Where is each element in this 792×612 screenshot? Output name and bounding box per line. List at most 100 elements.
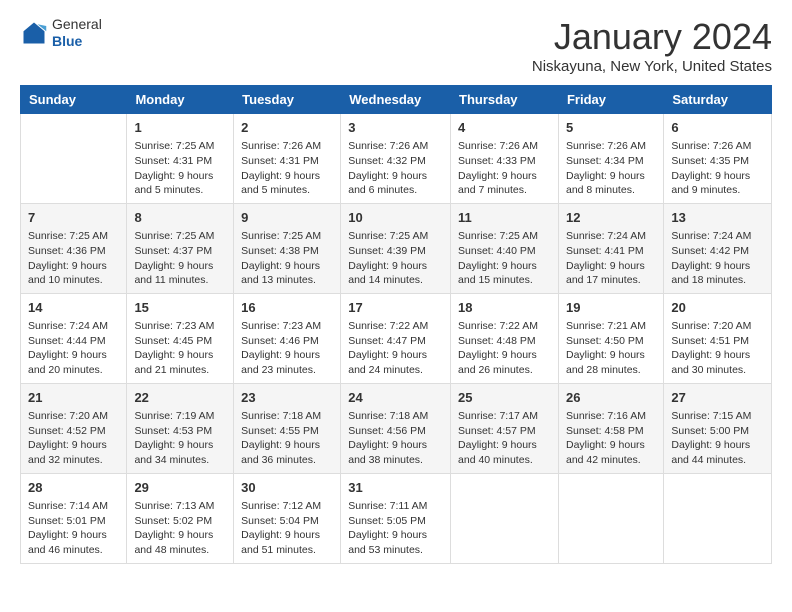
day-info: Sunrise: 7:25 AMSunset: 4:36 PMDaylight:… bbox=[28, 229, 119, 288]
day-number: 31 bbox=[348, 479, 443, 497]
weekday-header-sunday: Sunday bbox=[21, 86, 127, 114]
calendar-cell: 31Sunrise: 7:11 AMSunset: 5:05 PMDayligh… bbox=[341, 473, 451, 563]
day-number: 26 bbox=[566, 389, 656, 407]
weekday-header-tuesday: Tuesday bbox=[234, 86, 341, 114]
day-number: 18 bbox=[458, 299, 551, 317]
logo-blue-text: Blue bbox=[52, 33, 102, 50]
calendar-cell: 22Sunrise: 7:19 AMSunset: 4:53 PMDayligh… bbox=[127, 383, 234, 473]
day-number: 7 bbox=[28, 209, 119, 227]
calendar-cell bbox=[21, 114, 127, 204]
day-info: Sunrise: 7:13 AMSunset: 5:02 PMDaylight:… bbox=[134, 499, 226, 558]
day-info: Sunrise: 7:26 AMSunset: 4:35 PMDaylight:… bbox=[671, 139, 764, 198]
day-info: Sunrise: 7:23 AMSunset: 4:46 PMDaylight:… bbox=[241, 319, 333, 378]
title-area: January 2024 Niskayuna, New York, United… bbox=[532, 16, 772, 75]
day-number: 2 bbox=[241, 119, 333, 137]
calendar-cell bbox=[664, 473, 772, 563]
day-number: 14 bbox=[28, 299, 119, 317]
day-number: 5 bbox=[566, 119, 656, 137]
day-info: Sunrise: 7:20 AMSunset: 4:51 PMDaylight:… bbox=[671, 319, 764, 378]
calendar-cell: 30Sunrise: 7:12 AMSunset: 5:04 PMDayligh… bbox=[234, 473, 341, 563]
calendar-cell: 14 Sunrise: 7:24 AMSunset: 4:44 PMDayligh… bbox=[21, 293, 127, 383]
day-info: Sunrise: 7:26 AMSunset: 4:32 PMDaylight:… bbox=[348, 139, 443, 198]
calendar-cell: 17Sunrise: 7:22 AMSunset: 4:47 PMDayligh… bbox=[341, 293, 451, 383]
calendar-cell: 25 Sunrise: 7:17 AMSunset: 4:57 PMDayligh… bbox=[451, 383, 559, 473]
location: Niskayuna, New York, United States bbox=[532, 58, 772, 75]
calendar-cell: 16 Sunrise: 7:23 AMSunset: 4:46 PMDayligh… bbox=[234, 293, 341, 383]
calendar-table: SundayMondayTuesdayWednesdayThursdayFrid… bbox=[20, 85, 772, 564]
day-info: Sunrise: 7:25 AMSunset: 4:38 PMDaylight:… bbox=[241, 229, 333, 288]
week-row-3: 21 Sunrise: 7:20 AMSunset: 4:52 PMDayligh… bbox=[21, 383, 772, 473]
calendar-cell: 20 Sunrise: 7:20 AMSunset: 4:51 PMDayligh… bbox=[664, 293, 772, 383]
day-number: 3 bbox=[348, 119, 443, 137]
day-info: Sunrise: 7:16 AMSunset: 4:58 PMDaylight:… bbox=[566, 409, 656, 468]
day-number: 21 bbox=[28, 389, 119, 407]
day-number: 16 bbox=[241, 299, 333, 317]
day-number: 9 bbox=[241, 209, 333, 227]
weekday-header-monday: Monday bbox=[127, 86, 234, 114]
day-info: Sunrise: 7:26 AMSunset: 4:31 PMDaylight:… bbox=[241, 139, 333, 198]
day-number: 8 bbox=[134, 209, 226, 227]
logo-icon bbox=[20, 19, 48, 47]
calendar-cell: 4 Sunrise: 7:26 AMSunset: 4:33 PMDaylight… bbox=[451, 114, 559, 204]
calendar-cell: 27Sunrise: 7:15 AMSunset: 5:00 PMDayligh… bbox=[664, 383, 772, 473]
day-number: 1 bbox=[134, 119, 226, 137]
calendar-cell: 21 Sunrise: 7:20 AMSunset: 4:52 PMDayligh… bbox=[21, 383, 127, 473]
day-number: 19 bbox=[566, 299, 656, 317]
calendar-cell: 12Sunrise: 7:24 AMSunset: 4:41 PMDayligh… bbox=[558, 203, 663, 293]
week-row-0: 1 Sunrise: 7:25 AMSunset: 4:31 PMDaylight… bbox=[21, 114, 772, 204]
calendar-cell: 11 Sunrise: 7:25 AMSunset: 4:40 PMDayligh… bbox=[451, 203, 559, 293]
calendar-cell bbox=[558, 473, 663, 563]
day-info: Sunrise: 7:12 AMSunset: 5:04 PMDaylight:… bbox=[241, 499, 333, 558]
header: General Blue January 2024 Niskayuna, New… bbox=[20, 16, 772, 75]
calendar-cell: 19 Sunrise: 7:21 AMSunset: 4:50 PMDayligh… bbox=[558, 293, 663, 383]
calendar-cell: 8Sunrise: 7:25 AMSunset: 4:37 PMDaylight… bbox=[127, 203, 234, 293]
day-number: 13 bbox=[671, 209, 764, 227]
day-info: Sunrise: 7:25 AMSunset: 4:31 PMDaylight:… bbox=[134, 139, 226, 198]
calendar-cell: 28Sunrise: 7:14 AMSunset: 5:01 PMDayligh… bbox=[21, 473, 127, 563]
week-row-2: 14 Sunrise: 7:24 AMSunset: 4:44 PMDayligh… bbox=[21, 293, 772, 383]
day-number: 25 bbox=[458, 389, 551, 407]
calendar-cell: 23 Sunrise: 7:18 AMSunset: 4:55 PMDayligh… bbox=[234, 383, 341, 473]
day-info: Sunrise: 7:22 AMSunset: 4:47 PMDaylight:… bbox=[348, 319, 443, 378]
calendar-cell: 10Sunrise: 7:25 AMSunset: 4:39 PMDayligh… bbox=[341, 203, 451, 293]
day-info: Sunrise: 7:26 AMSunset: 4:34 PMDaylight:… bbox=[566, 139, 656, 198]
calendar-cell: 5 Sunrise: 7:26 AMSunset: 4:34 PMDaylight… bbox=[558, 114, 663, 204]
calendar-cell: 13 Sunrise: 7:24 AMSunset: 4:42 PMDayligh… bbox=[664, 203, 772, 293]
day-number: 10 bbox=[348, 209, 443, 227]
day-number: 4 bbox=[458, 119, 551, 137]
day-info: Sunrise: 7:18 AMSunset: 4:56 PMDaylight:… bbox=[348, 409, 443, 468]
calendar-cell: 29Sunrise: 7:13 AMSunset: 5:02 PMDayligh… bbox=[127, 473, 234, 563]
day-info: Sunrise: 7:18 AMSunset: 4:55 PMDaylight:… bbox=[241, 409, 333, 468]
day-info: Sunrise: 7:24 AMSunset: 4:44 PMDaylight:… bbox=[28, 319, 119, 378]
calendar-cell: 3 Sunrise: 7:26 AMSunset: 4:32 PMDaylight… bbox=[341, 114, 451, 204]
weekday-header-friday: Friday bbox=[558, 86, 663, 114]
calendar-cell: 2 Sunrise: 7:26 AMSunset: 4:31 PMDaylight… bbox=[234, 114, 341, 204]
calendar-cell: 18 Sunrise: 7:22 AMSunset: 4:48 PMDayligh… bbox=[451, 293, 559, 383]
day-number: 24 bbox=[348, 389, 443, 407]
calendar-cell: 1 Sunrise: 7:25 AMSunset: 4:31 PMDaylight… bbox=[127, 114, 234, 204]
day-info: Sunrise: 7:26 AMSunset: 4:33 PMDaylight:… bbox=[458, 139, 551, 198]
logo-general-text: General bbox=[52, 16, 102, 33]
day-info: Sunrise: 7:20 AMSunset: 4:52 PMDaylight:… bbox=[28, 409, 119, 468]
day-number: 12 bbox=[566, 209, 656, 227]
day-info: Sunrise: 7:24 AMSunset: 4:42 PMDaylight:… bbox=[671, 229, 764, 288]
day-info: Sunrise: 7:19 AMSunset: 4:53 PMDaylight:… bbox=[134, 409, 226, 468]
logo: General Blue bbox=[20, 16, 102, 50]
week-row-1: 7 Sunrise: 7:25 AMSunset: 4:36 PMDaylight… bbox=[21, 203, 772, 293]
day-info: Sunrise: 7:17 AMSunset: 4:57 PMDaylight:… bbox=[458, 409, 551, 468]
day-info: Sunrise: 7:15 AMSunset: 5:00 PMDaylight:… bbox=[671, 409, 764, 468]
day-info: Sunrise: 7:21 AMSunset: 4:50 PMDaylight:… bbox=[566, 319, 656, 378]
day-number: 15 bbox=[134, 299, 226, 317]
day-info: Sunrise: 7:14 AMSunset: 5:01 PMDaylight:… bbox=[28, 499, 119, 558]
day-info: Sunrise: 7:23 AMSunset: 4:45 PMDaylight:… bbox=[134, 319, 226, 378]
weekday-header-saturday: Saturday bbox=[664, 86, 772, 114]
month-title: January 2024 bbox=[532, 16, 772, 58]
day-number: 11 bbox=[458, 209, 551, 227]
day-number: 23 bbox=[241, 389, 333, 407]
weekday-header-row: SundayMondayTuesdayWednesdayThursdayFrid… bbox=[21, 86, 772, 114]
weekday-header-thursday: Thursday bbox=[451, 86, 559, 114]
day-info: Sunrise: 7:25 AMSunset: 4:40 PMDaylight:… bbox=[458, 229, 551, 288]
calendar-cell: 26 Sunrise: 7:16 AMSunset: 4:58 PMDayligh… bbox=[558, 383, 663, 473]
day-number: 20 bbox=[671, 299, 764, 317]
day-info: Sunrise: 7:22 AMSunset: 4:48 PMDaylight:… bbox=[458, 319, 551, 378]
